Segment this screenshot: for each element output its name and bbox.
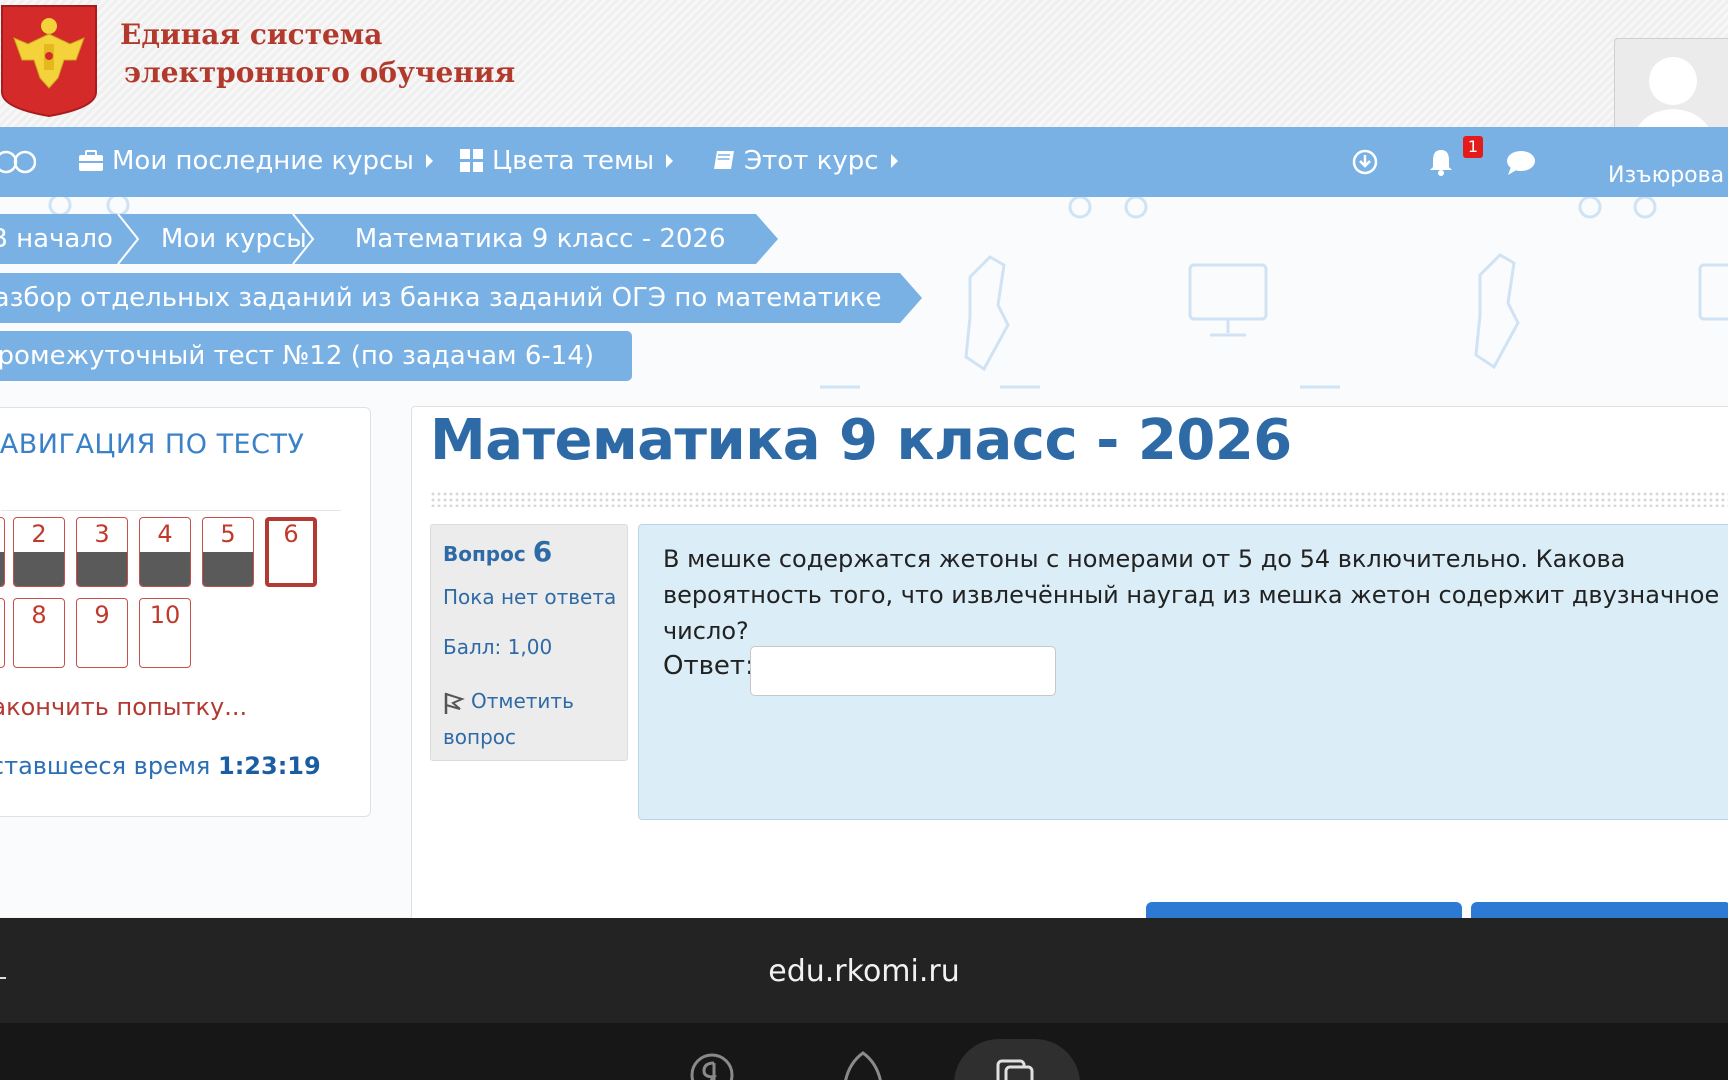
breadcrumb-quiz-row: Промежуточный тест №12 (по задачам 6-14) — [0, 331, 633, 381]
caret-right-icon — [666, 154, 674, 168]
breadcrumb-separator-icon — [117, 214, 140, 264]
breadcrumb-arrow — [899, 273, 922, 323]
glasses-icon[interactable] — [0, 147, 36, 177]
question-text: В мешке содержатся жетоны с номерами от … — [663, 545, 1720, 645]
quiz-nav-button-4[interactable]: 4 — [139, 517, 191, 587]
question-label: Вопрос — [443, 542, 526, 566]
grid-icon — [460, 149, 483, 172]
answer-label: Ответ: — [663, 651, 754, 681]
answered-fill — [14, 552, 64, 586]
notification-badge: 1 — [1463, 136, 1483, 158]
quiz-nav-number: 4 — [157, 520, 173, 548]
answered-fill — [0, 552, 4, 586]
tabs-button[interactable] — [954, 1039, 1080, 1080]
breadcrumb-home-label: В начало — [0, 224, 113, 254]
quiz-navigation-title: НАВИГАЦИЯ ПО ТЕСТУ — [0, 429, 305, 460]
briefcase-icon — [79, 150, 103, 171]
user-menu[interactable]: Изъюрова — [1608, 163, 1728, 188]
answered-fill — [140, 552, 190, 586]
answer-input[interactable] — [750, 646, 1056, 696]
download-icon[interactable] — [1350, 147, 1380, 177]
divider — [1, 510, 341, 511]
breadcrumb-quiz[interactable]: Промежуточный тест №12 (по задачам 6-14) — [0, 331, 633, 381]
nav-theme-colors-label: Цвета темы — [492, 146, 655, 176]
quiz-nav-button-7[interactable]: 7 — [0, 598, 5, 668]
time-remaining-value: 1:23:19 — [218, 752, 321, 780]
nav-this-course-label: Этот курс — [744, 146, 879, 176]
flag-question-link[interactable]: Отметить вопрос — [443, 683, 623, 755]
quiz-nav-number: 2 — [31, 520, 47, 548]
page-title: Математика 9 класс - 2026 — [430, 408, 1292, 473]
time-remaining: Оставшееся время 1:23:19 — [0, 752, 321, 780]
chat-icon[interactable] — [1505, 147, 1537, 177]
answered-fill — [203, 552, 253, 586]
breadcrumb-section[interactable]: Разбор отдельных заданий из банка задани… — [0, 273, 900, 323]
book-icon — [714, 151, 734, 169]
quiz-nav-button-2[interactable]: 2 — [13, 517, 65, 587]
breadcrumb-course[interactable]: Математика 9 класс - 2026 — [340, 214, 756, 264]
finish-attempt-link[interactable]: Закончить попытку... — [0, 693, 247, 721]
tabs-icon — [996, 1059, 1034, 1080]
nav-my-courses-label: Мои последние курсы — [112, 146, 414, 176]
breadcrumb-course-label: Математика 9 класс - 2026 — [354, 224, 726, 254]
quiz-nav-number: 6 — [283, 520, 299, 548]
question-content: В мешке содержатся жетоны с номерами от … — [638, 524, 1728, 820]
site-title-line2: электронного обучения — [124, 56, 516, 89]
quiz-nav-button-1[interactable]: 1 — [0, 517, 5, 587]
coat-of-arms-icon[interactable] — [0, 4, 98, 118]
breadcrumb-quiz-label: Промежуточный тест №12 (по задачам 6-14) — [0, 341, 595, 371]
question-number: Вопрос 6 — [443, 535, 552, 568]
quiz-nav-button-3[interactable]: 3 — [76, 517, 128, 587]
question-grade: Балл: 1,00 — [443, 635, 553, 659]
time-remaining-label: Оставшееся время — [0, 752, 211, 780]
browser-url[interactable]: edu.rkomi.ru — [0, 954, 1728, 989]
nav-my-courses[interactable]: Мои последние курсы — [78, 145, 433, 177]
bell-icon[interactable] — [1426, 147, 1456, 177]
quiz-nav-number: 8 — [31, 601, 47, 629]
nav-theme-colors[interactable]: Цвета темы — [460, 145, 674, 177]
alice-icon[interactable] — [840, 1051, 886, 1080]
quiz-nav-button-6[interactable]: 6 — [265, 517, 317, 587]
site-title[interactable]: Единая система электронного обучения — [120, 16, 515, 92]
quiz-nav-number: 5 — [220, 520, 236, 548]
quiz-nav-number: 9 — [94, 601, 110, 629]
breadcrumb-my-courses-label: Мои курсы — [160, 224, 307, 254]
flag-icon — [444, 692, 465, 714]
quiz-nav-number: 3 — [94, 520, 110, 548]
yandex-icon[interactable] — [690, 1053, 734, 1080]
breadcrumb-section-label: Разбор отдельных заданий из банка задани… — [0, 283, 882, 313]
browser-bottom-bar — [0, 1023, 1728, 1080]
site-title-line1: Единая система — [120, 18, 383, 51]
user-name-label: Изъюрова — [1608, 163, 1725, 188]
quiz-nav-button-10[interactable]: 10 — [139, 598, 191, 668]
question-number-value: 6 — [532, 535, 553, 568]
breadcrumb-arrow — [755, 214, 778, 264]
breadcrumb-separator-icon — [292, 214, 315, 264]
quiz-nav-button-5[interactable]: 5 — [202, 517, 254, 587]
site-header: Единая система электронного обучения — [0, 0, 1728, 128]
dotted-divider — [430, 491, 1728, 507]
question-info: Вопрос 6 Пока нет ответа Балл: 1,00 Отме… — [430, 524, 628, 761]
quiz-nav-button-9[interactable]: 9 — [76, 598, 128, 668]
nav-this-course[interactable]: Этот курс — [712, 145, 898, 177]
question-state: Пока нет ответа — [443, 585, 617, 609]
quiz-nav-number: 10 — [149, 601, 181, 629]
breadcrumb-section-row: Разбор отдельных заданий из банка задани… — [0, 273, 922, 323]
answered-fill — [77, 552, 127, 586]
caret-right-icon — [890, 154, 898, 168]
quiz-nav-button-8[interactable]: 8 — [13, 598, 65, 668]
caret-right-icon — [425, 154, 433, 168]
